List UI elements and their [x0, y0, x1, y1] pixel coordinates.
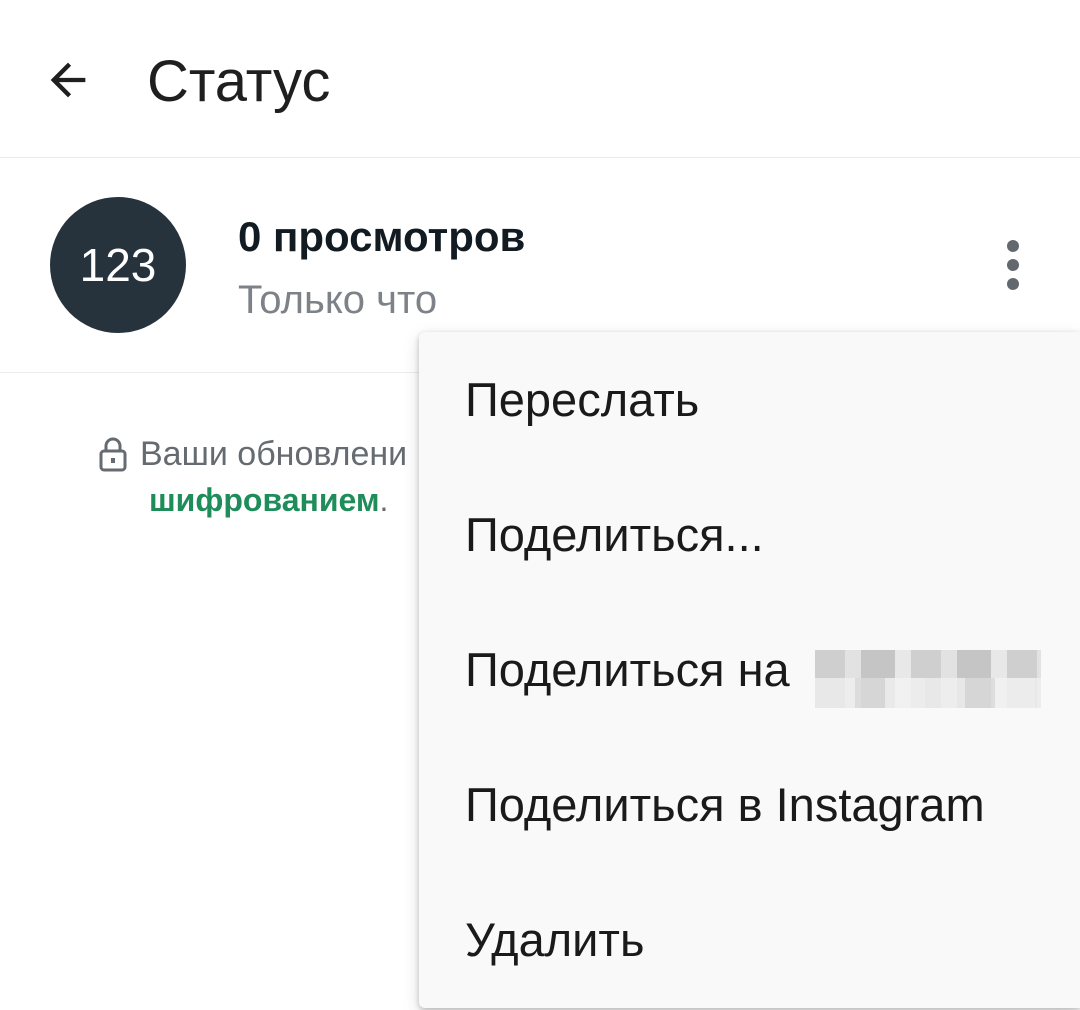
encryption-link-line: шифрованием.: [149, 478, 388, 522]
more-options-button[interactable]: [985, 228, 1041, 302]
menu-item-forward[interactable]: Переслать: [419, 332, 1080, 467]
menu-item-delete[interactable]: Удалить: [419, 872, 1080, 1007]
redacted-region: [815, 650, 1041, 708]
menu-item-label: Поделиться в Instagram: [465, 778, 985, 831]
avatar[interactable]: 123: [50, 197, 186, 333]
menu-item-share[interactable]: Поделиться...: [419, 467, 1080, 602]
menu-item-label: Поделиться на: [465, 643, 790, 696]
lock-icon: [99, 437, 127, 472]
app-bar: Статус: [0, 0, 1080, 158]
status-screen: Статус 123 0 просмотров Только что Ваши …: [0, 0, 1080, 1010]
more-vertical-icon: [1007, 240, 1019, 252]
menu-item-label: Переслать: [465, 373, 700, 426]
menu-item-label: Поделиться...: [465, 508, 764, 561]
menu-item-label: Удалить: [465, 913, 645, 966]
encryption-link-suffix: .: [379, 482, 389, 518]
arrow-left-icon: [50, 62, 86, 98]
status-time: Только что: [238, 278, 438, 322]
menu-item-share-instagram[interactable]: Поделиться в Instagram: [419, 737, 1080, 872]
page-title: Статус: [147, 49, 331, 114]
overflow-menu: Переслать Поделиться... Поделиться на По…: [419, 332, 1080, 1008]
encryption-link[interactable]: шифрованием: [149, 482, 380, 518]
encryption-text: Ваши обновлени: [140, 435, 408, 473]
menu-item-share-on[interactable]: Поделиться на: [419, 602, 1080, 737]
back-button[interactable]: [28, 40, 108, 120]
views-count: 0 просмотров: [238, 213, 526, 260]
